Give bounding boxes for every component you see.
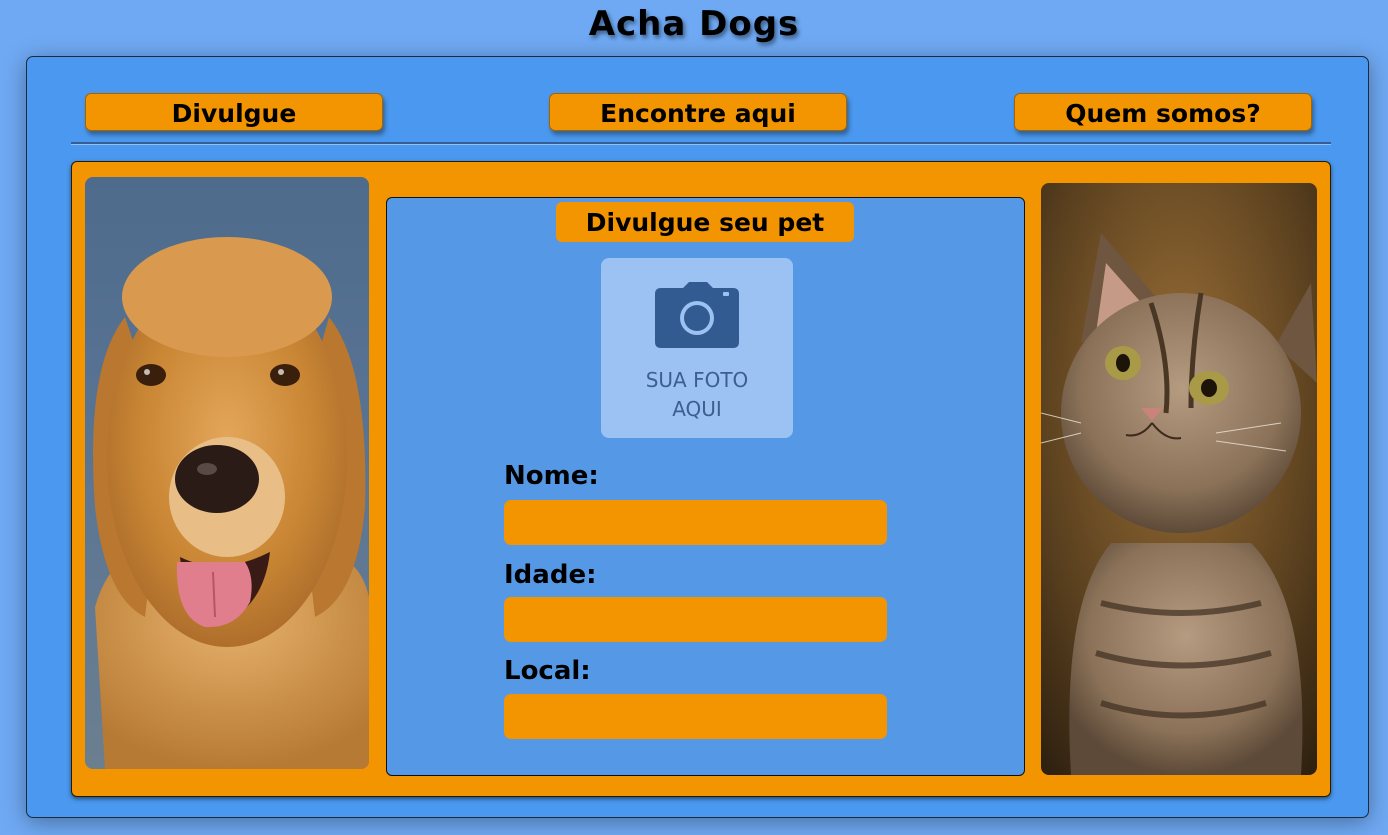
photo-upload-placeholder[interactable]: SUA FOTO AQUI [601,258,793,438]
nav-quem-somos-button[interactable]: Quem somos? [1014,93,1312,131]
camera-icon [655,282,739,348]
nome-label: Nome: [504,461,599,491]
nav-divulgue-button[interactable]: Divulgue [85,93,383,131]
local-label: Local: [504,656,591,686]
idade-input[interactable] [504,597,887,642]
photo-placeholder-text: SUA FOTO AQUI [645,368,749,421]
site-title: Acha Dogs [588,4,800,44]
idade-label: Idade: [504,560,597,590]
nav-encontre-aqui-button[interactable]: Encontre aqui [549,93,847,131]
nav-divider [71,142,1331,144]
content-panel: Divulgue seu pet SUA FOTO AQUI Nome: Ida… [71,161,1331,797]
local-input[interactable] [504,694,887,739]
main-frame: Divulgue Encontre aqui Quem somos? Divul… [26,56,1369,818]
cat-photo [1041,183,1317,775]
form-heading: Divulgue seu pet [556,202,854,242]
publish-pet-form: Divulgue seu pet SUA FOTO AQUI Nome: Ida… [386,197,1025,776]
nome-input[interactable] [504,500,887,545]
dog-photo [85,177,369,769]
